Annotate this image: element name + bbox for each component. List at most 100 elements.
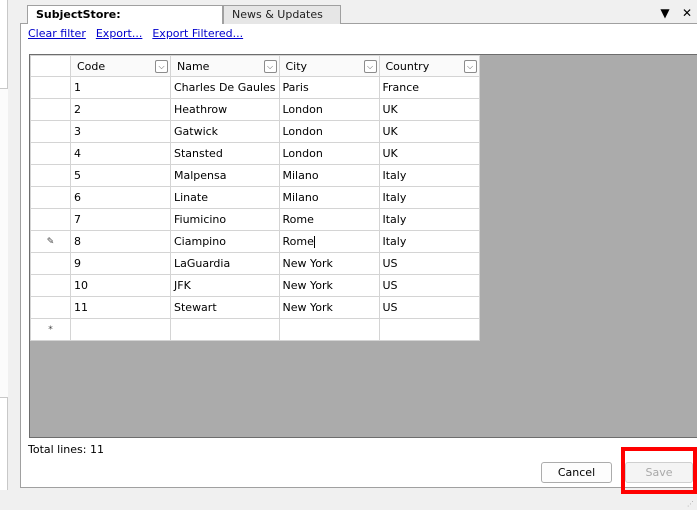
cell-code[interactable] [70,318,171,341]
column-header-name[interactable]: Name ⌵ [170,55,280,77]
cell-city[interactable]: New York [278,252,380,275]
cell-code[interactable]: 4 [70,142,171,165]
cell-city-value: Rome [282,235,314,248]
left-panel-edge [0,0,8,490]
cell-name[interactable]: Charles De Gaules [170,76,280,99]
cell-name[interactable]: Stewart [170,296,280,319]
cell-name[interactable] [170,318,280,341]
cell-city-editor[interactable]: Rome [278,230,380,253]
total-lines-label: Total lines: 11 [28,443,104,456]
cell-city[interactable]: Milano [278,186,380,209]
row-selector[interactable] [30,208,71,231]
row-selector[interactable] [30,76,71,99]
cell-country[interactable]: US [378,296,480,319]
cell-code[interactable]: 11 [70,296,171,319]
table-row[interactable]: 5 Malpensa Milano Italy [30,164,480,187]
column-header-city[interactable]: City ⌵ [278,55,380,77]
cell-city[interactable]: New York [278,274,380,297]
cell-country[interactable]: UK [378,98,480,121]
row-selector[interactable] [30,296,71,319]
cell-code[interactable]: 3 [70,120,171,143]
row-selector[interactable] [30,142,71,165]
filter-dropdown-icon[interactable]: ⌵ [155,60,168,73]
clear-filter-link[interactable]: Clear filter [28,27,86,40]
column-header-code[interactable]: Code ⌵ [70,55,171,77]
cell-city[interactable]: Rome [278,208,380,231]
row-selector[interactable] [30,98,71,121]
cancel-button[interactable]: Cancel [541,462,612,483]
dropdown-arrow-icon[interactable]: ▼ [659,6,671,20]
cell-name[interactable]: Ciampino [170,230,280,253]
grid-header-row: Code ⌵ Name ⌵ City ⌵ Country ⌵ [30,55,480,77]
cell-country[interactable]: Italy [378,230,480,253]
cell-name[interactable]: Gatwick [170,120,280,143]
cell-name[interactable]: Stansted [170,142,280,165]
cell-name[interactable]: Linate [170,186,280,209]
cell-name[interactable]: Heathrow [170,98,280,121]
cell-city[interactable] [278,318,380,341]
table-row[interactable]: 10 JFK New York US [30,274,480,297]
column-header-country[interactable]: Country ⌵ [378,55,480,77]
cell-name[interactable]: LaGuardia [170,252,280,275]
filter-dropdown-icon[interactable]: ⌵ [363,60,377,73]
table-row[interactable]: 2 Heathrow London UK [30,98,480,121]
cell-code[interactable]: 8 [70,230,171,253]
grid-corner [30,55,71,77]
row-selector[interactable] [30,120,71,143]
cell-code[interactable]: 10 [70,274,171,297]
new-row[interactable]: * [30,318,480,341]
cell-name[interactable]: JFK [170,274,280,297]
cell-city[interactable]: New York [278,296,380,319]
row-selector[interactable] [30,252,71,275]
export-filtered-link[interactable]: Export Filtered... [152,27,243,40]
cell-code[interactable]: 1 [70,76,171,99]
cell-country[interactable]: France [378,76,480,99]
export-link[interactable]: Export... [96,27,143,40]
table-row[interactable]: 11 Stewart New York US [30,296,480,319]
data-grid-area: Code ⌵ Name ⌵ City ⌵ Country ⌵ 1 Charles De G… [29,54,697,438]
cell-city[interactable]: Milano [278,164,380,187]
row-selector[interactable] [30,164,71,187]
cell-code[interactable]: 7 [70,208,171,231]
airports-panel: Clear filter Export... Export Filtered..… [20,24,697,488]
tab-airports[interactable]: SubjectStore: Airports(59222) [27,5,223,39]
cell-name[interactable]: Malpensa [170,164,280,187]
data-grid: Code ⌵ Name ⌵ City ⌵ Country ⌵ 1 Charles De G… [30,55,480,341]
left-panel-inner [0,88,8,398]
column-header-label: Code [77,59,106,73]
cell-country[interactable]: US [378,274,480,297]
save-button[interactable]: Save [625,462,693,483]
resize-grip-icon[interactable]: ⋰ [687,500,695,508]
cell-city[interactable]: London [278,98,380,121]
cell-country[interactable]: Italy [378,164,480,187]
cell-code[interactable]: 5 [70,164,171,187]
table-row[interactable]: 9 LaGuardia New York US [30,252,480,275]
row-selector[interactable] [30,274,71,297]
grid-body: 1 Charles De Gaules Paris France 2 Heathrow L… [30,76,480,341]
cell-country[interactable] [378,318,480,341]
table-row[interactable]: 4 Stansted London UK [30,142,480,165]
cell-country[interactable]: Italy [378,208,480,231]
filter-dropdown-icon[interactable]: ⌵ [263,60,277,73]
action-links: Clear filter Export... Export Filtered..… [28,27,243,40]
cell-code[interactable]: 6 [70,186,171,209]
cell-name[interactable]: Fiumicino [170,208,280,231]
cell-city[interactable]: Paris [278,76,380,99]
filter-dropdown-icon[interactable]: ⌵ [463,60,477,73]
cell-country[interactable]: UK [378,142,480,165]
table-row[interactable]: 1 Charles De Gaules Paris France [30,76,480,99]
cell-country[interactable]: UK [378,120,480,143]
cell-city[interactable]: London [278,120,380,143]
table-row[interactable]: 7 Fiumicino Rome Italy [30,208,480,231]
row-selector[interactable] [30,186,71,209]
table-row[interactable]: 3 Gatwick London UK [30,120,480,143]
cell-country[interactable]: Italy [378,186,480,209]
tab-news-updates[interactable]: News & Updates [223,5,341,24]
close-icon[interactable]: ✕ [681,6,693,20]
table-row-editing[interactable]: ✎ 8 Ciampino Rome Italy [30,230,480,253]
cell-code[interactable]: 2 [70,98,171,121]
table-row[interactable]: 6 Linate Milano Italy [30,186,480,209]
cell-city[interactable]: London [278,142,380,165]
cell-country[interactable]: US [378,252,480,275]
cell-code[interactable]: 9 [70,252,171,275]
